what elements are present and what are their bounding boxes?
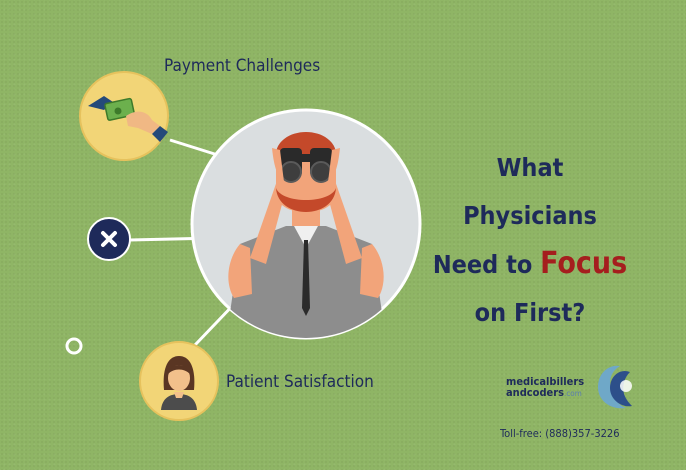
brand-symbol-icon bbox=[598, 365, 632, 409]
toll-free-phone: Toll-free: (888)357-3226 bbox=[500, 427, 620, 440]
decorative-ring-icon bbox=[65, 337, 83, 355]
payment-challenges-label: Payment Challenges bbox=[164, 56, 321, 76]
headline-line-3: on First? bbox=[474, 298, 586, 327]
headline: What Physicians Need to Focus on First? bbox=[430, 144, 630, 337]
brand-line-2: andcoders.com bbox=[506, 387, 584, 399]
patient-satisfaction-label: Patient Satisfaction bbox=[226, 372, 374, 392]
headline-line-2: Need to Focus bbox=[430, 240, 630, 289]
payment-circle bbox=[79, 71, 169, 161]
physician-circle bbox=[190, 108, 422, 340]
brand-tld: .com bbox=[564, 389, 582, 398]
brand-logo: medicalbillers andcoders.com bbox=[506, 362, 634, 412]
headline-line-1: What Physicians bbox=[463, 153, 597, 230]
plus-icon bbox=[87, 217, 131, 261]
patient-circle bbox=[139, 341, 219, 421]
headline-line-2-prefix: Need to bbox=[432, 250, 533, 279]
brand-wordmark: medicalbillers andcoders.com bbox=[506, 376, 584, 399]
headline-accent-word: Focus bbox=[540, 246, 628, 281]
brand-line-2-main: andcoders bbox=[506, 386, 565, 399]
